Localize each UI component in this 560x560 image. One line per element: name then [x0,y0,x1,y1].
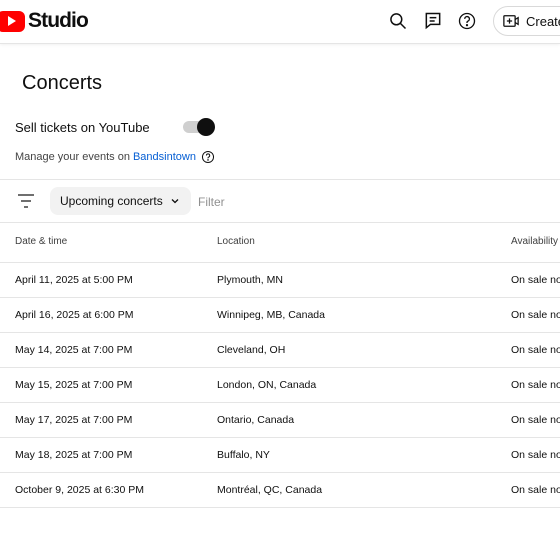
chevron-down-icon [171,199,179,204]
page-title: Concerts [22,72,103,94]
youtube-play-icon [0,10,25,32]
table-row[interactable]: October 9, 2025 at 6:30 PM Montréal, QC,… [0,473,560,508]
table-row[interactable]: May 17, 2025 at 7:00 PM Ontario, Canada … [0,403,560,438]
manage-events-text: Manage your events on [15,151,130,163]
toggle-knob [197,118,215,136]
row-date: May 18, 2025 at 7:00 PM [15,449,133,461]
sell-tickets-toggle[interactable] [183,118,217,136]
column-header-location[interactable]: Location [217,236,255,247]
row-date: April 16, 2025 at 6:00 PM [15,309,134,321]
row-location: Winnipeg, MB, Canada [217,309,325,321]
row-date: May 17, 2025 at 7:00 PM [15,414,133,426]
bandsintown-link[interactable]: Bandsintown [133,151,196,163]
feedback-icon[interactable] [422,10,444,32]
row-date: May 15, 2025 at 7:00 PM [15,379,133,391]
row-availability: On sale now [511,414,560,426]
divider [0,179,560,180]
help-icon[interactable] [201,150,215,164]
row-availability: On sale now [511,484,560,496]
create-label: Create [526,13,560,29]
row-location: Plymouth, MN [217,274,283,286]
filter-icon[interactable] [16,192,36,210]
column-header-date[interactable]: Date & time [15,236,67,247]
row-availability: On sale now [511,449,560,461]
divider [0,222,560,223]
concerts-dropdown-value: Upcoming concerts [60,194,163,208]
manage-events-row: Manage your events on Bandsintown [15,150,215,164]
table-row[interactable]: April 16, 2025 at 6:00 PM Winnipeg, MB, … [0,298,560,333]
row-availability: On sale now [511,344,560,356]
row-date: April 11, 2025 at 5:00 PM [15,274,133,286]
top-app-bar: Studio Create [0,0,560,44]
row-location: London, ON, Canada [217,379,317,391]
create-video-icon [503,15,519,27]
create-button[interactable]: Create [493,6,560,36]
filter-input[interactable] [198,192,398,212]
concerts-dropdown[interactable]: Upcoming concerts [50,187,191,215]
column-header-availability[interactable]: Availability [511,236,558,247]
table-row[interactable]: May 14, 2025 at 7:00 PM Cleveland, OH On… [0,333,560,368]
search-icon[interactable] [387,10,409,32]
row-date: October 9, 2025 at 6:30 PM [15,484,144,496]
logo-text: Studio [28,9,89,32]
row-date: May 14, 2025 at 7:00 PM [15,344,133,356]
row-availability: On sale now [511,274,560,286]
row-location: Montréal, QC, Canada [217,484,323,496]
row-location: Buffalo, NY [217,449,270,461]
help-icon[interactable] [456,10,478,32]
youtube-studio-logo[interactable]: Studio [0,9,89,33]
table-row[interactable]: May 15, 2025 at 7:00 PM London, ON, Cana… [0,368,560,403]
row-availability: On sale now [511,379,560,391]
row-location: Cleveland, OH [217,344,286,356]
table-row[interactable]: April 11, 2025 at 5:00 PM Plymouth, MN O… [0,263,560,298]
sell-tickets-label: Sell tickets on YouTube [15,120,150,135]
table-row[interactable]: May 18, 2025 at 7:00 PM Buffalo, NY On s… [0,438,560,473]
row-availability: On sale now [511,309,560,321]
row-location: Ontario, Canada [217,414,295,426]
